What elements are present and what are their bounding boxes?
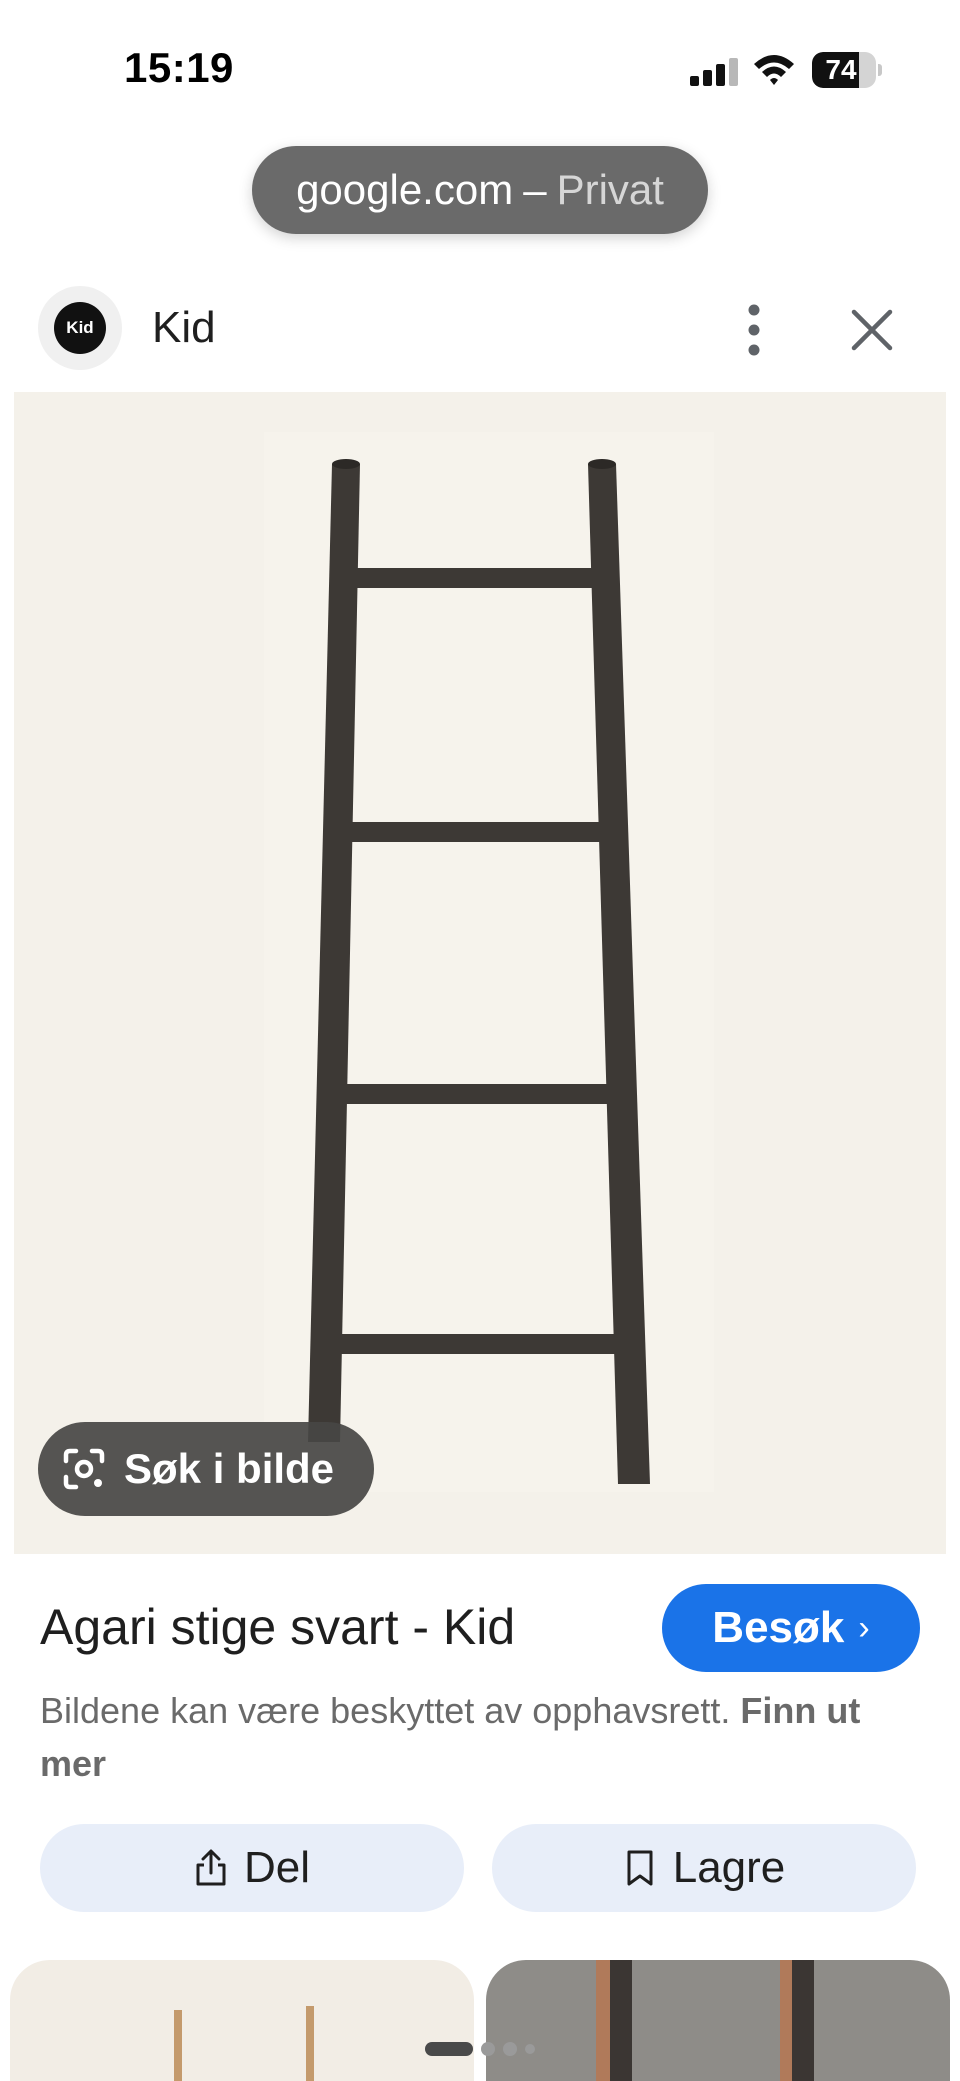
battery-percent: 74 bbox=[825, 54, 857, 85]
ladder-rung-3 bbox=[342, 1084, 628, 1104]
signal-icon bbox=[690, 58, 738, 86]
share-icon bbox=[196, 1849, 226, 1886]
page-dot-active bbox=[425, 2042, 473, 2056]
share-label: Del bbox=[243, 1843, 311, 1892]
url-host: google.com bbox=[296, 166, 514, 213]
url-private-mode: Privat bbox=[556, 166, 664, 213]
page-dot bbox=[481, 2042, 495, 2056]
visit-button[interactable]: Besøk › bbox=[662, 1584, 920, 1672]
wifi-icon bbox=[754, 55, 794, 85]
ladder-rung-2 bbox=[348, 822, 618, 842]
url-separator: – bbox=[523, 166, 547, 213]
search-in-image-button[interactable]: Søk i bilde bbox=[38, 1422, 374, 1516]
copyright-text: Bildene kan være beskyttet av opphavsret… bbox=[40, 1690, 731, 1731]
copyright-notice: Bildene kan være beskyttet av opphavsret… bbox=[40, 1684, 920, 1790]
source-name[interactable]: Kid bbox=[152, 303, 216, 353]
battery-nub bbox=[878, 64, 882, 76]
visit-label: Besøk bbox=[712, 1603, 845, 1652]
ladder-rung-1 bbox=[354, 568, 602, 588]
battery-icon: 74 bbox=[812, 52, 876, 88]
ladder-right-rail-top bbox=[588, 459, 616, 469]
google-lens-icon bbox=[63, 1448, 105, 1490]
page-dot bbox=[525, 2044, 535, 2054]
page-dot bbox=[503, 2042, 517, 2056]
more-vertical-icon[interactable] bbox=[734, 300, 774, 360]
source-avatar[interactable]: Kid bbox=[38, 286, 122, 370]
ladder-left-rail-top bbox=[332, 459, 360, 469]
ladder-image bbox=[264, 432, 714, 1492]
ladder-rung-4 bbox=[334, 1334, 638, 1354]
image-viewer-page: 15:19 74 google.com – Privat Kid Kid Søk… bbox=[0, 0, 960, 2081]
result-title: Agari stige svart - Kid bbox=[40, 1599, 516, 1655]
chevron-right-icon: › bbox=[858, 1608, 870, 1647]
result-image[interactable] bbox=[14, 392, 946, 1554]
url-bar[interactable]: google.com – Privat bbox=[252, 146, 708, 234]
bookmark-icon bbox=[627, 1850, 653, 1886]
save-button[interactable]: Lagre bbox=[492, 1824, 916, 1912]
source-logo: Kid bbox=[54, 302, 106, 354]
close-icon[interactable] bbox=[848, 306, 896, 354]
save-label: Lagre bbox=[672, 1843, 786, 1892]
share-button[interactable]: Del bbox=[40, 1824, 464, 1912]
page-indicator bbox=[400, 2034, 560, 2064]
status-time: 15:19 bbox=[124, 44, 234, 91]
search-in-image-label: Søk i bilde bbox=[124, 1445, 335, 1492]
